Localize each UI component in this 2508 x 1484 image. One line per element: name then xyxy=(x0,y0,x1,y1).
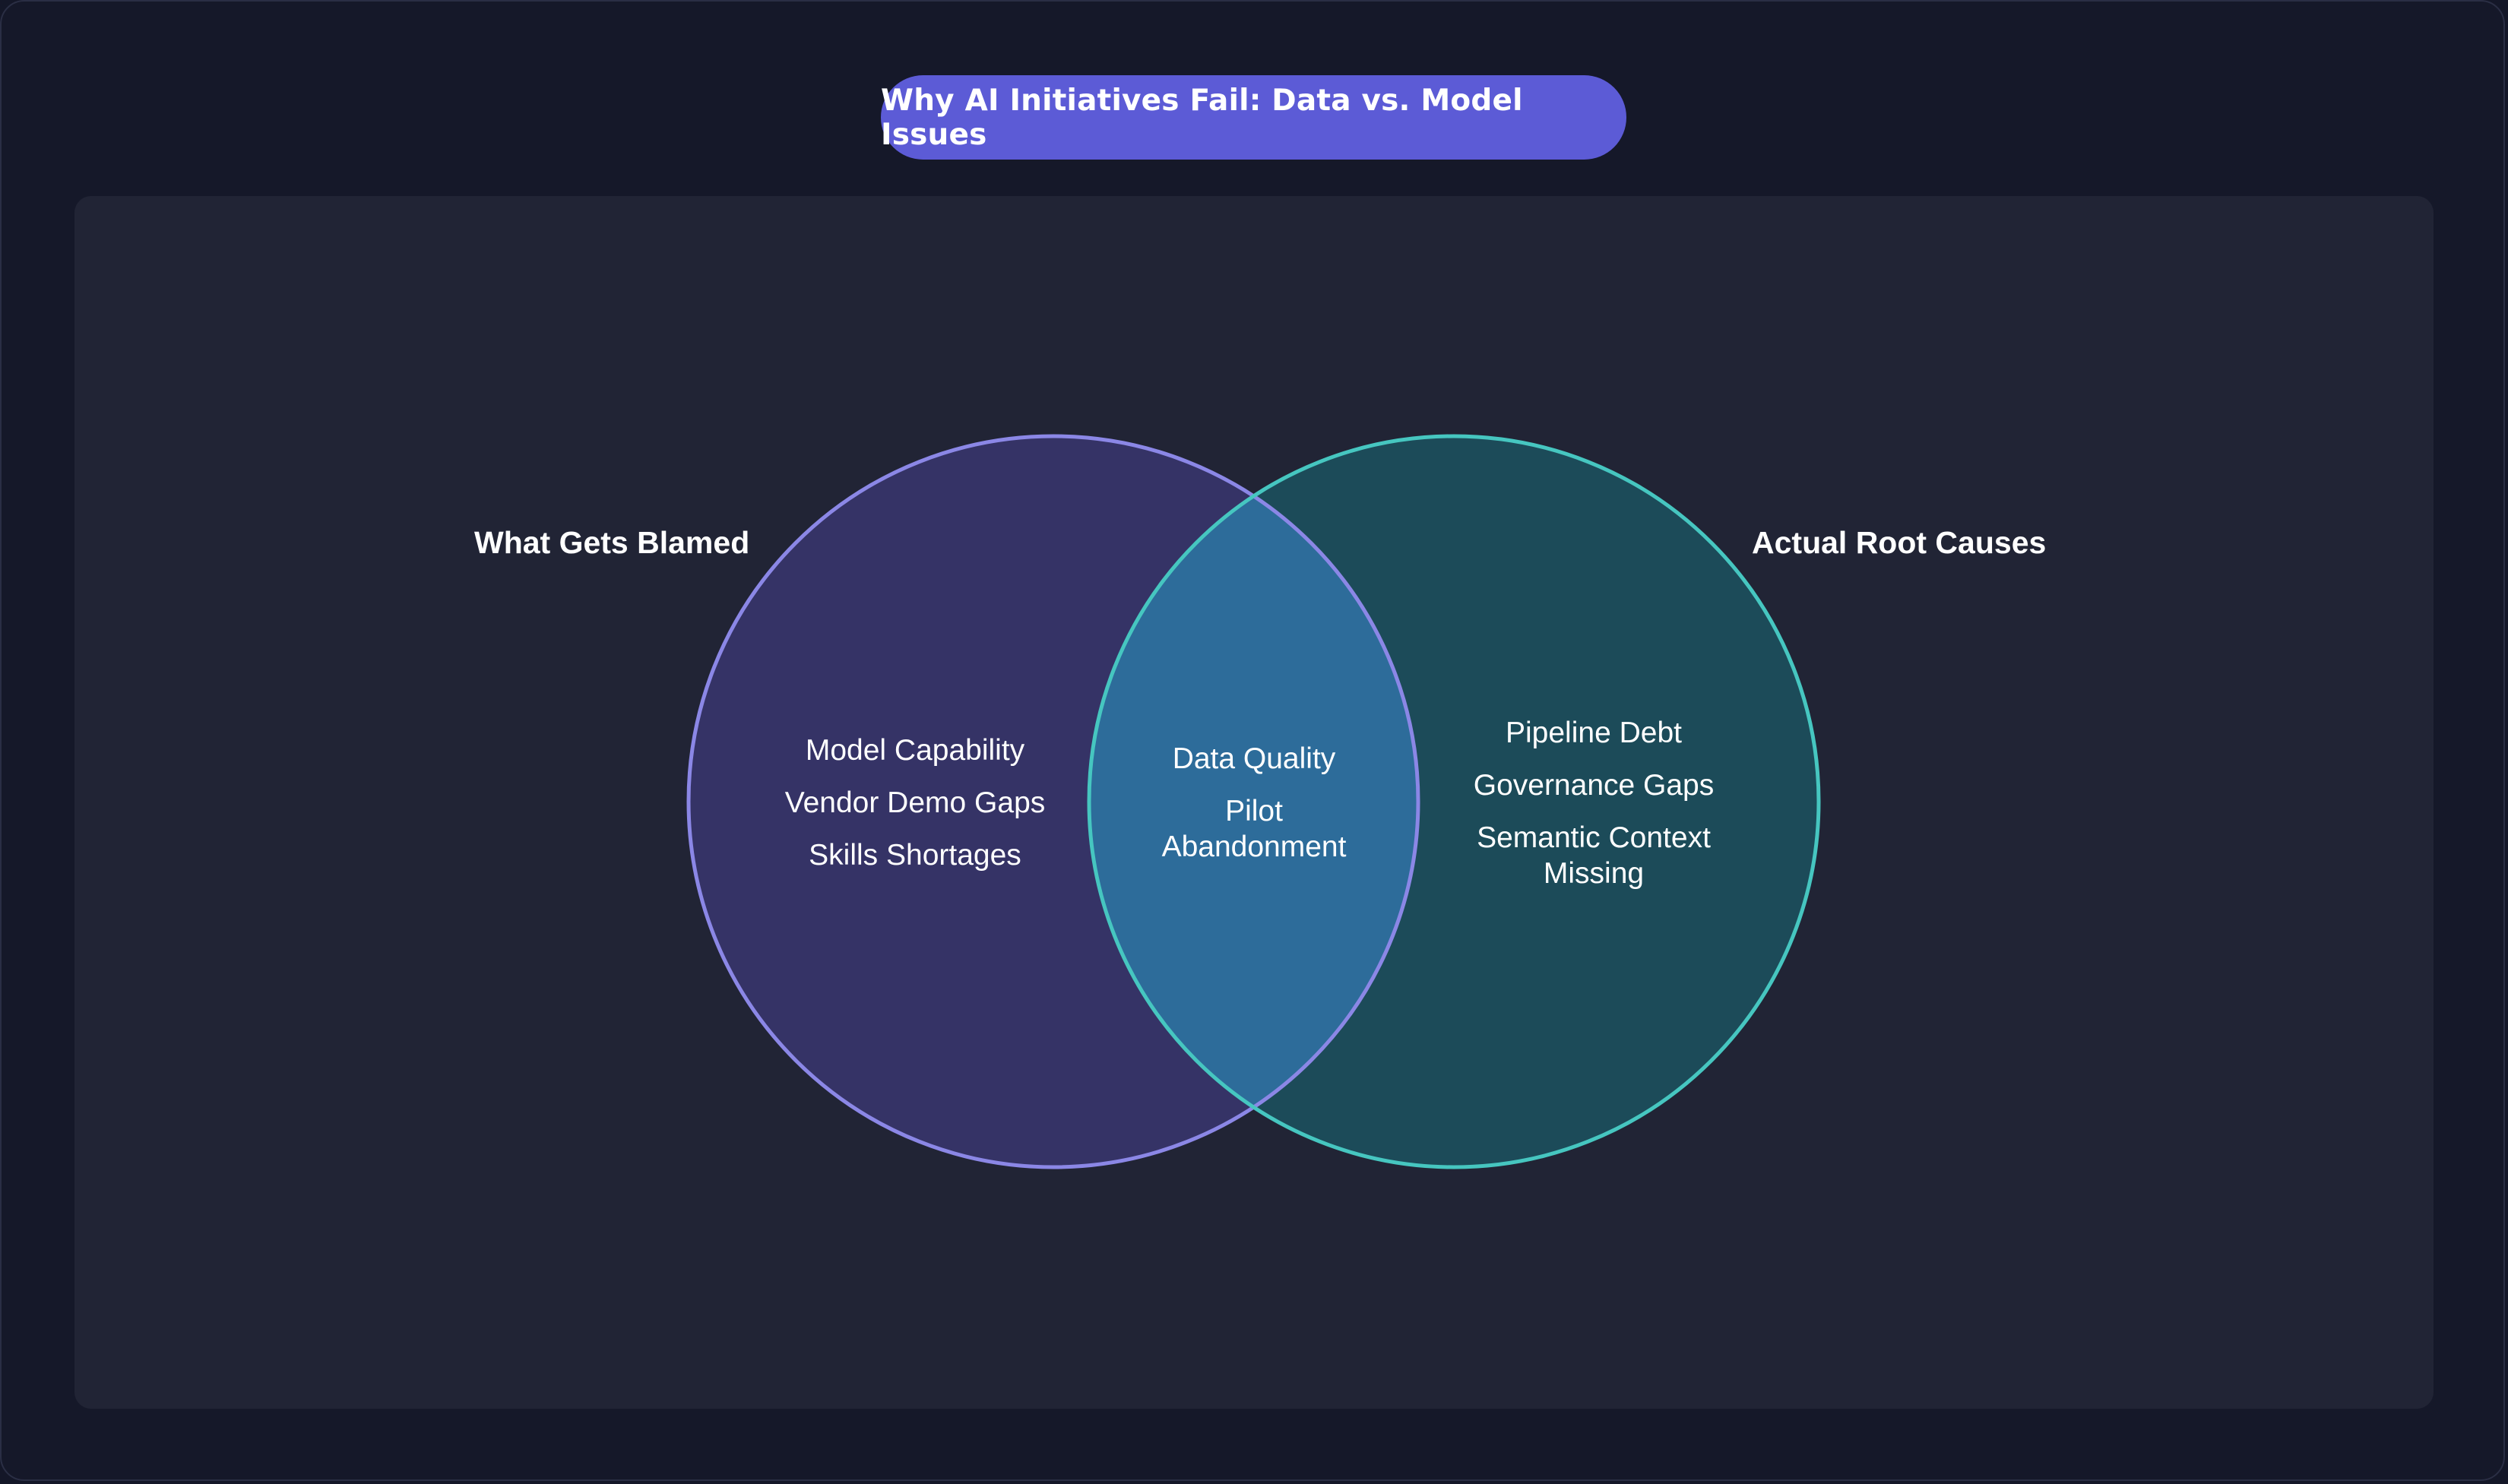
list-item: Data Quality xyxy=(1172,742,1336,775)
list-item: Vendor Demo Gaps xyxy=(784,786,1046,819)
list-item: Skills Shortages xyxy=(809,839,1021,872)
list-item: Model Capability xyxy=(805,734,1025,767)
list-item: Semantic Context Missing xyxy=(1477,821,1711,890)
list-item: Pilot Abandonment xyxy=(1161,795,1347,863)
list-item: Pipeline Debt xyxy=(1506,717,1682,749)
overlap-items: Data Quality Pilot Abandonment xyxy=(1110,733,1398,873)
left-set-items: Model Capability Vendor Demo Gaps Skills… xyxy=(760,724,1070,881)
list-item: Governance Gaps xyxy=(1473,769,1715,802)
left-set-label: What Gets Blamed xyxy=(474,525,750,560)
right-set-label: Actual Root Causes xyxy=(1752,525,2047,560)
right-set-items: Pipeline Debt Governance Gaps Semantic C… xyxy=(1436,707,1751,900)
